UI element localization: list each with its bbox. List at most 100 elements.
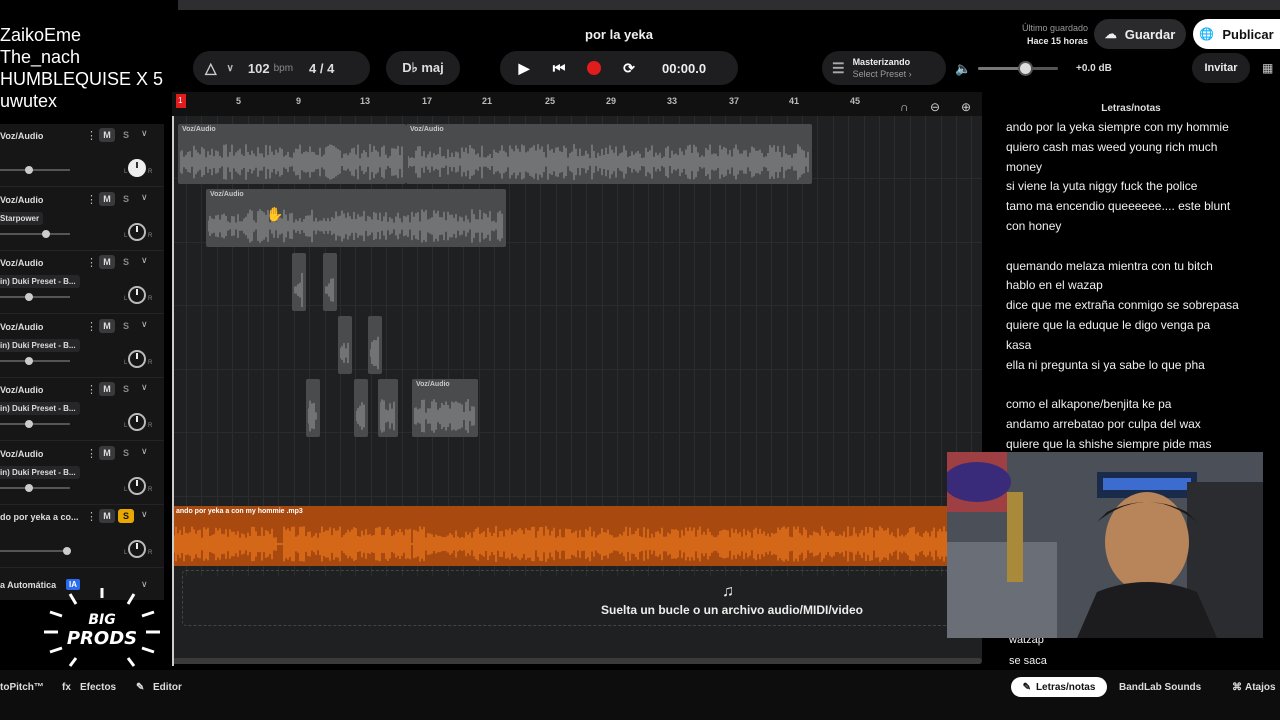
chevron-down-icon[interactable]: ∨ <box>141 128 148 139</box>
notes-line[interactable]: quiere que la shishe siempre pide mas <box>1006 437 1211 451</box>
time-signature[interactable]: 4 / 4 <box>309 61 334 76</box>
track-volume-knob[interactable] <box>63 547 71 555</box>
notes-line[interactable]: ella ni pregunta si ya sabe lo que pha <box>1006 358 1205 372</box>
track-name[interactable]: Voz/Audio <box>0 258 43 268</box>
track-name[interactable]: do por yeka a co... <box>0 512 79 522</box>
zoom-in-icon[interactable]: ⊕ <box>961 100 971 114</box>
track-volume-knob[interactable] <box>25 293 33 301</box>
loop-button[interactable]: ⟳ <box>617 56 641 80</box>
track-preset[interactable]: in) Duki Preset - B... <box>0 338 80 352</box>
timeline-ruler[interactable]: 5 9 13 17 21 25 29 33 37 41 45 <box>172 92 982 116</box>
chevron-down-icon[interactable]: ∨ <box>141 192 148 203</box>
mastering-selector[interactable]: ☰ Masterizando Select Preset › <box>822 51 946 85</box>
track-header[interactable]: Voz/Audio in) Duki Preset - B... ⋮ M S ∨ L R <box>0 315 164 378</box>
chevron-down-icon[interactable]: ∨ <box>141 255 148 266</box>
track-volume-slider[interactable] <box>0 359 70 362</box>
metronome-icon[interactable]: △ <box>205 59 217 77</box>
pan-knob[interactable] <box>128 540 146 558</box>
audio-clip[interactable]: Voz/Audio <box>412 379 478 437</box>
track-volume-slider[interactable] <box>0 423 70 425</box>
track-header[interactable]: Voz/Audio in) Duki Preset - B... ⋮ M S ∨ L R <box>0 442 164 505</box>
play-button[interactable]: ▶ <box>512 56 536 80</box>
chevron-down-icon[interactable]: ∨ <box>227 63 234 74</box>
notes-line[interactable]: andamo arrebatao por culpa del wax <box>1006 417 1201 431</box>
notes-line[interactable]: dice que me extraña conmigo se sobrepasa <box>1006 298 1239 312</box>
track-header[interactable]: Voz/Audio Starpower ⋮ M S ∨ L R <box>0 188 164 251</box>
mute-button[interactable]: M <box>99 191 115 206</box>
pan-knob[interactable] <box>128 413 146 431</box>
audio-clip[interactable] <box>338 316 352 374</box>
mute-button[interactable]: M <box>99 318 115 333</box>
solo-button[interactable]: S <box>118 446 134 460</box>
zoom-out-icon[interactable]: ⊖ <box>930 100 940 114</box>
notes-line[interactable]: se saca <box>1009 655 1047 667</box>
record-button[interactable] <box>582 56 606 80</box>
chevron-down-icon[interactable]: ∨ <box>141 319 148 330</box>
track-lane[interactable] <box>172 370 982 433</box>
playhead-marker[interactable]: 1 <box>176 94 186 108</box>
audio-clip[interactable] <box>323 253 337 311</box>
invite-button[interactable]: Invitar <box>1192 53 1250 83</box>
track-volume-knob[interactable] <box>25 166 33 174</box>
pan-knob[interactable] <box>128 349 146 368</box>
horizontal-scrollbar[interactable] <box>172 658 982 664</box>
track-preset[interactable]: in) Duki Preset - B... <box>0 275 80 288</box>
notes-line[interactable]: hablo en el wazap <box>1006 278 1103 292</box>
chevron-down-icon[interactable]: ∨ <box>141 446 148 457</box>
track-preset[interactable]: in) Duki Preset - B... <box>0 402 80 415</box>
editor-button[interactable]: Editor <box>153 682 182 693</box>
mute-button[interactable]: M <box>99 382 115 396</box>
track-volume-slider[interactable] <box>0 169 70 171</box>
audio-clip[interactable] <box>306 379 320 437</box>
bpm-value[interactable]: 102 <box>248 61 270 76</box>
track-lane[interactable] <box>172 434 982 497</box>
audio-clip[interactable] <box>292 253 306 311</box>
notes-line[interactable]: con honey <box>1006 219 1061 233</box>
speaker-icon[interactable]: 🔈 <box>955 61 971 77</box>
solo-button[interactable]: S <box>118 255 134 269</box>
key-selector[interactable]: D♭ maj <box>386 51 460 85</box>
notes-line[interactable]: ando por la yeka siempre con my hommie <box>1006 120 1229 134</box>
magnet-icon[interactable]: ∩ <box>900 100 909 114</box>
audio-clip[interactable]: Voz/Audio <box>178 124 406 184</box>
pan-knob[interactable] <box>128 222 146 241</box>
pan-knob[interactable] <box>128 476 146 495</box>
track-volume-slider[interactable] <box>0 232 70 235</box>
pan-knob[interactable] <box>128 286 146 304</box>
notes-line[interactable]: quiere que la eduque le digo venga pa <box>1006 318 1210 332</box>
track-volume-slider[interactable] <box>0 296 70 298</box>
mute-button[interactable]: M <box>99 445 115 460</box>
track-header[interactable]: Voz/Audio in) Duki Preset - B... ⋮ M S ∨ L R <box>0 251 164 314</box>
solo-button[interactable]: S <box>118 382 134 396</box>
tab-bandlab-sounds[interactable]: BandLab Sounds <box>1119 682 1201 693</box>
beat-clip[interactable]: ando por yeka a con my hommie .mp3 <box>172 506 948 566</box>
track-volume-knob[interactable] <box>42 229 50 238</box>
mute-button[interactable]: M <box>99 255 115 269</box>
track-header[interactable]: do por yeka a co... ⋮ M S ∨ L R <box>0 505 164 568</box>
track-header[interactable]: Voz/Audio ⋮ M S ∨ L R <box>0 124 164 187</box>
track-volume-knob[interactable] <box>25 483 33 492</box>
notes-line[interactable]: como el alkapone/benjita ke pa <box>1006 397 1171 411</box>
audio-clip[interactable] <box>378 379 398 437</box>
notes-line[interactable]: si viene la yuta niggy fuck the police <box>1006 179 1197 193</box>
effects-button[interactable]: Efectos <box>80 682 116 693</box>
chevron-down-icon[interactable]: ∨ <box>141 382 148 393</box>
track-volume-knob[interactable] <box>25 420 33 428</box>
track-name[interactable]: Voz/Audio <box>0 322 43 332</box>
track-header[interactable]: Voz/Audio in) Duki Preset - B... ⋮ M S ∨ L R <box>0 378 164 441</box>
notes-line[interactable]: kasa <box>1006 338 1031 352</box>
track-name[interactable]: Voz/Audio <box>0 131 43 141</box>
track-name[interactable]: Voz/Audio <box>0 449 43 459</box>
solo-button[interactable]: S <box>118 509 134 523</box>
audio-clip[interactable]: Voz/Audio <box>406 124 812 184</box>
more-options-icon[interactable]: ⋮ <box>86 320 97 333</box>
tab-shortcuts[interactable]: Atajos <box>1245 682 1276 693</box>
notes-line[interactable]: quiero cash mas weed young rich much <box>1006 140 1217 154</box>
more-options-icon[interactable]: ⋮ <box>86 193 97 206</box>
notes-line[interactable]: money <box>1006 160 1042 174</box>
solo-button[interactable]: S <box>118 128 134 142</box>
mixer-icon[interactable]: ▦ <box>1262 61 1273 75</box>
autopitch-button[interactable]: toPitch™ <box>0 682 44 693</box>
solo-button[interactable]: S <box>118 319 134 333</box>
solo-button[interactable]: S <box>118 192 134 206</box>
